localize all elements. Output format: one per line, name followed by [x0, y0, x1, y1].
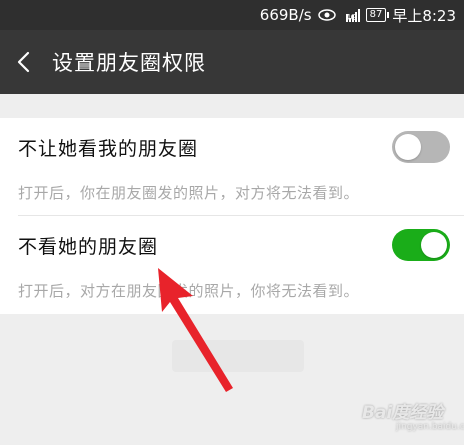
clock: 早上8:23 — [392, 6, 456, 25]
setting-label: 不看她的朋友圈 — [18, 235, 159, 258]
hide-her-moments-toggle[interactable] — [392, 229, 450, 261]
network-tag: 4G — [345, 14, 357, 22]
signal-icon: 4G — [342, 8, 360, 22]
back-arrow-icon[interactable] — [14, 50, 34, 74]
toggle-knob — [395, 134, 421, 160]
net-speed: 669B/s — [259, 6, 312, 24]
faded-background-button — [172, 340, 304, 372]
battery-icon: 87 — [365, 8, 390, 22]
settings-panel: 不让她看我的朋友圈 打开后，你在朋友圈发的照片，对方将无法看到。 不看她的朋友圈… — [0, 118, 464, 314]
eye-icon — [317, 9, 336, 21]
setting-row-hide-her-moments[interactable]: 不看她的朋友圈 — [0, 216, 464, 274]
setting-description: 打开后，对方在朋友圈发的照片，你将无法看到。 — [18, 282, 360, 300]
setting-description: 打开后，你在朋友圈发的照片，对方将无法看到。 — [18, 184, 360, 202]
page-title: 设置朋友圈权限 — [52, 51, 206, 75]
watermark-logo: Bai度经验 — [362, 403, 444, 423]
watermark-domain: jingyan.baidu.com — [396, 422, 464, 432]
title-bar: 设置朋友圈权限 — [0, 30, 464, 94]
toggle-knob — [421, 232, 447, 258]
hide-my-moments-toggle[interactable] — [392, 131, 450, 163]
setting-row-hide-my-moments[interactable]: 不让她看我的朋友圈 — [0, 118, 464, 176]
status-bar: 669B/s 4G 87 早上8:23 — [0, 0, 464, 30]
setting-label: 不让她看我的朋友圈 — [18, 137, 199, 160]
